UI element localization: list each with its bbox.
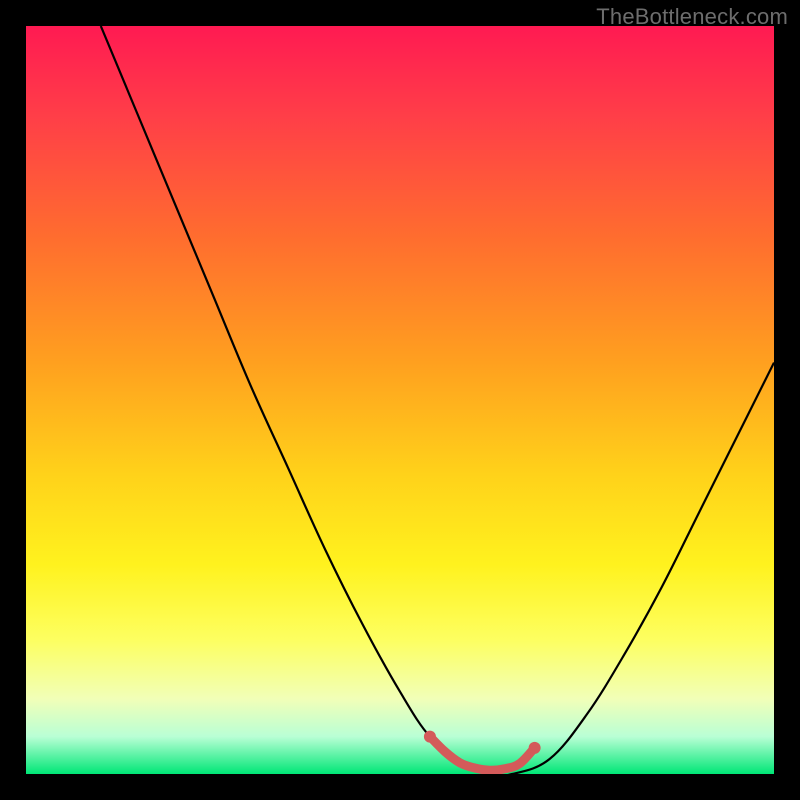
chart-stage: TheBottleneck.com <box>0 0 800 800</box>
curve-svg <box>26 26 774 774</box>
bottleneck-curve <box>101 26 774 774</box>
optimal-right-dot <box>529 742 541 754</box>
watermark-text: TheBottleneck.com <box>596 4 788 30</box>
plot-area <box>26 26 774 774</box>
optimal-segment-marker <box>430 737 535 771</box>
optimal-left-dot <box>424 731 436 743</box>
